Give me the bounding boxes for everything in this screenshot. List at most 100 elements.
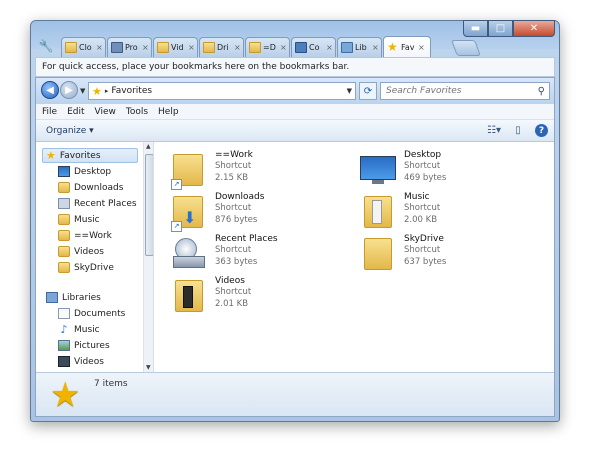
scroll-thumb[interactable] — [145, 154, 153, 256]
scroll-down-icon[interactable]: ▼ — [146, 364, 151, 371]
tab-close-icon[interactable]: × — [142, 43, 149, 52]
preview-pane-icon[interactable]: ▯ — [511, 125, 525, 137]
scroll-up-icon[interactable]: ▲ — [146, 143, 151, 150]
nav-scrollbar[interactable]: ▲ ▼ — [143, 142, 153, 372]
skydrive-folder-icon — [360, 234, 398, 274]
nav-item-downloads[interactable]: Downloads — [58, 180, 123, 195]
file-name: ==Work — [215, 150, 253, 160]
forward-button[interactable]: ▶ — [60, 81, 78, 99]
command-bar-right: ☷▾ ▯ ? — [487, 124, 548, 137]
file-name: Desktop — [404, 150, 442, 160]
tab-close-icon[interactable]: × — [234, 43, 241, 52]
change-view-icon[interactable]: ☷▾ — [487, 125, 501, 137]
file-size: 469 bytes — [404, 173, 447, 183]
file-type: Shortcut — [215, 245, 252, 255]
address-bar[interactable]: ★ ▸ Favorites ▼ — [88, 82, 356, 100]
file-item-recent-places[interactable]: Recent Places Shortcut 363 bytes — [171, 234, 278, 274]
search-icon[interactable]: ⚲ — [538, 86, 545, 97]
menu-edit[interactable]: Edit — [67, 107, 84, 117]
desktop-icon — [360, 150, 398, 190]
tab-6[interactable]: Co × — [291, 37, 336, 57]
breadcrumb-favorites[interactable]: Favorites — [111, 86, 152, 96]
star-icon: ★ — [387, 39, 398, 54]
libraries-icon — [46, 292, 58, 303]
tab-close-icon[interactable]: × — [188, 43, 195, 52]
file-name: SkyDrive — [404, 234, 444, 244]
file-type: Shortcut — [215, 203, 252, 213]
folder-icon — [203, 42, 215, 53]
breadcrumb-separator[interactable]: ▸ — [105, 87, 109, 95]
nav-item-pictures[interactable]: Pictures — [58, 338, 110, 353]
nav-label: ==Work — [74, 230, 112, 241]
nav-libraries[interactable]: Libraries — [46, 290, 101, 305]
nav-item-work[interactable]: ==Work — [58, 228, 112, 243]
menu-view[interactable]: View — [95, 107, 116, 117]
menu-bar: File Edit View Tools Help — [36, 104, 554, 120]
file-item-downloads[interactable]: ⬇ ↗ Downloads Shortcut 876 bytes — [171, 192, 264, 232]
nav-item-recent-places[interactable]: Recent Places — [58, 196, 137, 211]
nav-item-music[interactable]: Music — [58, 212, 100, 227]
address-row: ◀ ▶ ▼ ★ ▸ Favorites ▼ ⟳ ⚲ — [36, 78, 554, 104]
file-item-desktop[interactable]: Desktop Shortcut 469 bytes — [360, 150, 446, 190]
menu-tools[interactable]: Tools — [126, 107, 148, 117]
search-box[interactable]: ⚲ — [380, 82, 550, 100]
recent-pages-dropdown[interactable]: ▼ — [80, 87, 85, 95]
tab-close-icon[interactable]: × — [326, 43, 333, 52]
file-item-music[interactable]: Music Shortcut 2.00 KB — [360, 192, 440, 232]
menu-help[interactable]: Help — [158, 107, 179, 117]
help-icon[interactable]: ? — [535, 124, 548, 137]
library-icon — [341, 42, 353, 53]
favorites-star-icon: ★ — [50, 375, 81, 415]
organize-button[interactable]: Organize ▾ — [46, 126, 94, 136]
desktop-icon — [58, 166, 70, 177]
explorer-window: ▬ □ ✕ 🔧 Clo × Pro × Vid × Dri × =D × Co … — [30, 20, 560, 422]
tab-label: Dri — [217, 43, 229, 52]
file-size: 2.00 KB — [404, 215, 438, 225]
file-name: Downloads — [215, 192, 265, 202]
file-item-work[interactable]: ↗ ==Work Shortcut 2.15 KB — [171, 150, 253, 190]
tab-2[interactable]: Pro × — [107, 37, 152, 57]
tab-1[interactable]: Clo × — [61, 37, 106, 57]
search-input[interactable] — [386, 86, 526, 96]
bookmarks-bar: For quick access, place your bookmarks h… — [35, 57, 555, 77]
nav-label: Videos — [74, 246, 104, 257]
file-item-skydrive[interactable]: SkyDrive Shortcut 637 bytes — [360, 234, 446, 274]
tab-4[interactable]: Dri × — [199, 37, 244, 57]
tab-7[interactable]: Lib × — [337, 37, 382, 57]
nav-label: Videos — [74, 356, 104, 367]
tab-favorites-active[interactable]: ★ Fav × — [383, 36, 431, 57]
nav-favorites[interactable]: ★ Favorites — [42, 148, 138, 163]
tab-close-icon[interactable]: × — [418, 43, 425, 52]
nav-label: Music — [74, 324, 100, 335]
nav-item-library-videos[interactable]: Videos — [58, 354, 104, 369]
nav-item-library-music[interactable]: ♪ Music — [58, 322, 100, 337]
folder-icon — [249, 42, 261, 53]
tab-5[interactable]: =D × — [245, 37, 290, 57]
documents-icon — [58, 308, 70, 319]
tab-3[interactable]: Vid × — [153, 37, 198, 57]
file-name: Videos — [215, 276, 245, 286]
back-button[interactable]: ◀ — [41, 81, 59, 99]
nav-item-documents[interactable]: Documents — [58, 306, 125, 321]
recent-places-icon — [171, 234, 209, 274]
new-tab-button[interactable] — [451, 40, 481, 56]
nav-item-videos[interactable]: Videos — [58, 244, 104, 259]
favorites-star-icon: ★ — [46, 149, 56, 162]
details-pane: ★ 7 items — [36, 372, 554, 416]
folder-shortcut-icon: ↗ — [171, 150, 209, 190]
nav-item-skydrive[interactable]: SkyDrive — [58, 260, 114, 275]
file-size: 363 bytes — [215, 257, 258, 267]
file-item-videos[interactable]: Videos Shortcut 2.01 KB — [171, 276, 251, 316]
music-folder-icon — [360, 192, 398, 232]
tab-close-icon[interactable]: × — [280, 43, 287, 52]
nav-item-desktop[interactable]: Desktop — [58, 164, 111, 179]
file-size: 876 bytes — [215, 215, 258, 225]
refresh-button[interactable]: ⟳ — [359, 82, 377, 100]
menu-file[interactable]: File — [42, 107, 57, 117]
tab-close-icon[interactable]: × — [96, 43, 103, 52]
tab-close-icon[interactable]: × — [372, 43, 379, 52]
tab-strip: 🔧 Clo × Pro × Vid × Dri × =D × Co × Lib … — [31, 35, 559, 57]
music-note-icon: ♪ — [60, 323, 68, 336]
wrench-icon[interactable]: 🔧 — [37, 37, 55, 55]
address-dropdown-icon[interactable]: ▼ — [347, 87, 352, 95]
